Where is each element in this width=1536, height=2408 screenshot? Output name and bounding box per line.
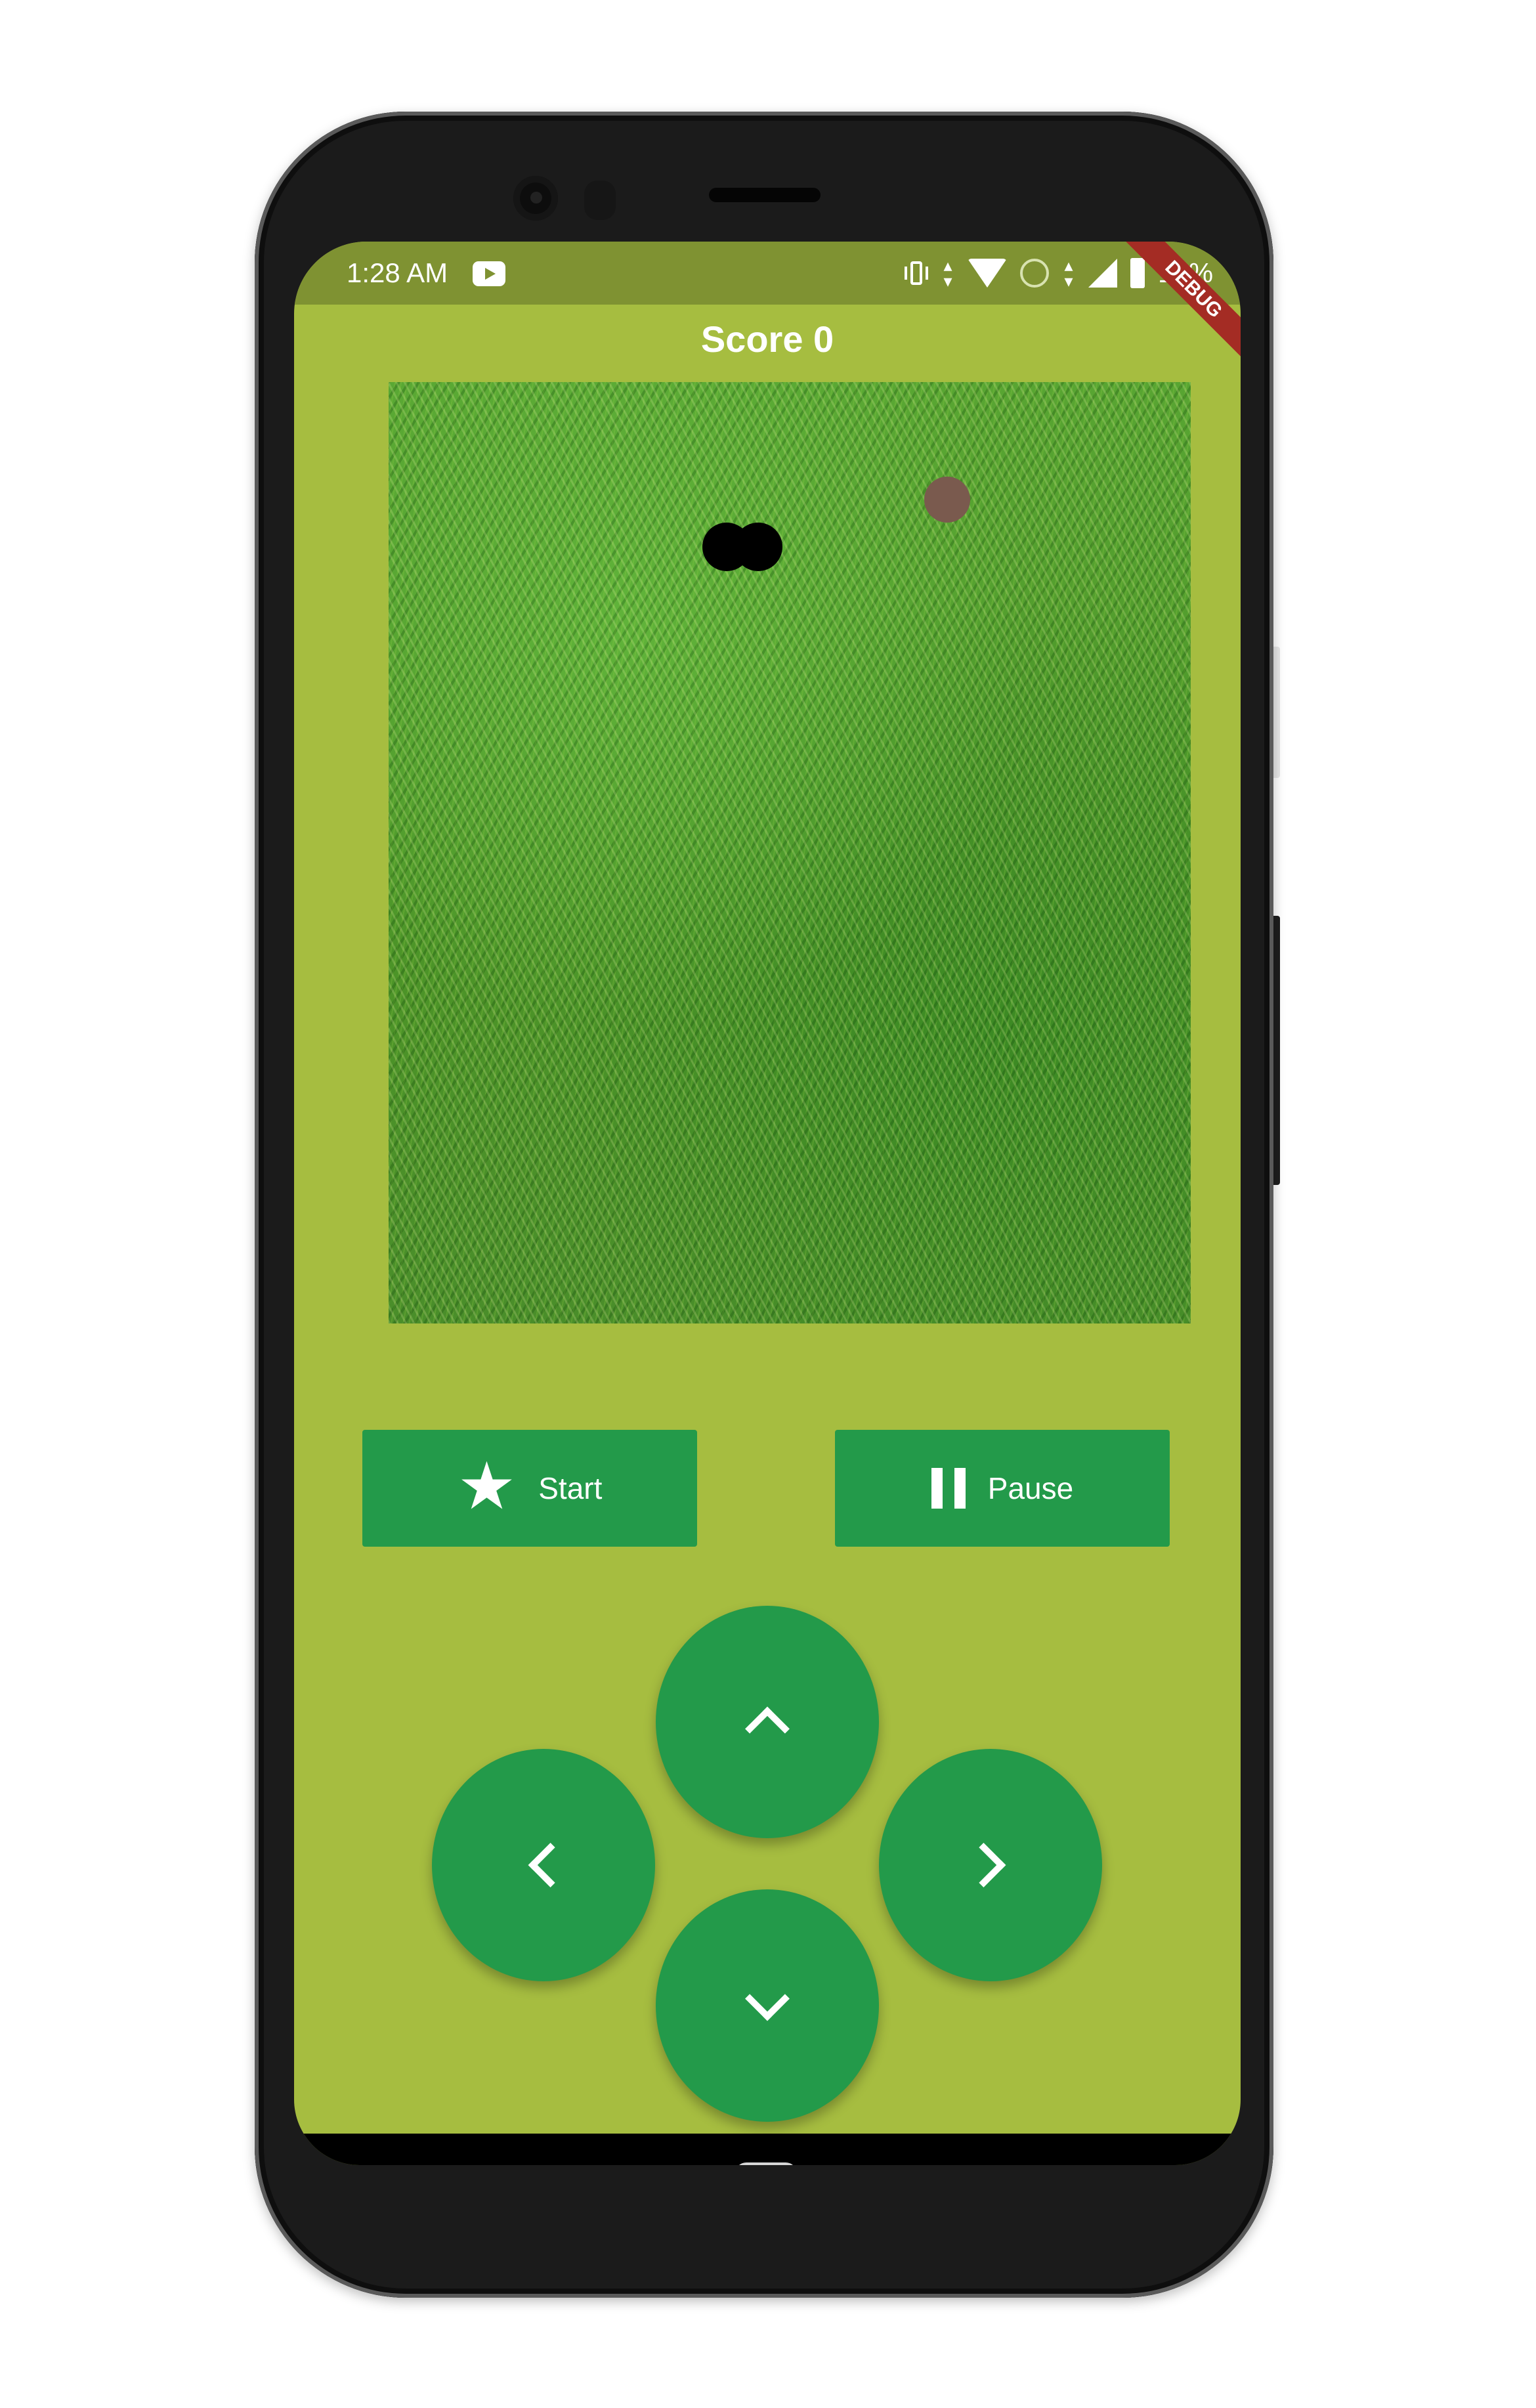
signal-icon bbox=[1088, 259, 1117, 288]
home-pill[interactable] bbox=[735, 2162, 797, 2165]
dpad-up-button[interactable] bbox=[656, 1606, 879, 1838]
status-bar: 1:28 AM ▴▾ ▴▾ 19% bbox=[294, 242, 1241, 305]
camera-lens bbox=[530, 192, 542, 204]
left-arrow-icon bbox=[528, 1843, 573, 1887]
pause-label: Pause bbox=[987, 1471, 1074, 1505]
hotspot-icon bbox=[1020, 259, 1049, 288]
star-icon: ★ bbox=[457, 1450, 517, 1523]
down-arrow-icon bbox=[745, 1976, 790, 2021]
up-arrow-icon bbox=[745, 1706, 790, 1752]
snake-head bbox=[734, 523, 782, 571]
dpad-left-button[interactable] bbox=[432, 1749, 655, 1981]
pause-icon bbox=[931, 1468, 966, 1509]
data-arrows-icon: ▴ ▾ bbox=[943, 255, 952, 291]
earpiece-speaker bbox=[709, 188, 821, 202]
score-title: Score 0 bbox=[700, 318, 834, 360]
data-arrows-icon: ▴ ▾ bbox=[1064, 255, 1073, 291]
proximity-sensor bbox=[584, 181, 616, 220]
status-time: 1:28 AM bbox=[347, 257, 448, 288]
right-arrow-icon bbox=[961, 1843, 1006, 1887]
vibrate-icon bbox=[905, 259, 928, 288]
start-label: Start bbox=[538, 1471, 603, 1505]
pause-button[interactable]: Pause bbox=[835, 1430, 1170, 1547]
battery-icon bbox=[1130, 258, 1145, 288]
youtube-icon bbox=[473, 261, 505, 286]
screen: 1:28 AM ▴▾ ▴▾ 19% DEBUG Score 0 ★ Start … bbox=[294, 242, 1241, 2165]
game-board bbox=[389, 382, 1191, 1323]
dpad-right-button[interactable] bbox=[879, 1749, 1102, 1981]
back-icon[interactable]: ‹ bbox=[488, 2153, 501, 2166]
wifi-icon bbox=[968, 259, 1007, 288]
start-button[interactable]: ★ Start bbox=[362, 1430, 697, 1547]
dpad-down-button[interactable] bbox=[656, 1889, 879, 2122]
navigation-bar: ‹ bbox=[294, 2134, 1241, 2165]
food-pellet bbox=[924, 477, 970, 523]
